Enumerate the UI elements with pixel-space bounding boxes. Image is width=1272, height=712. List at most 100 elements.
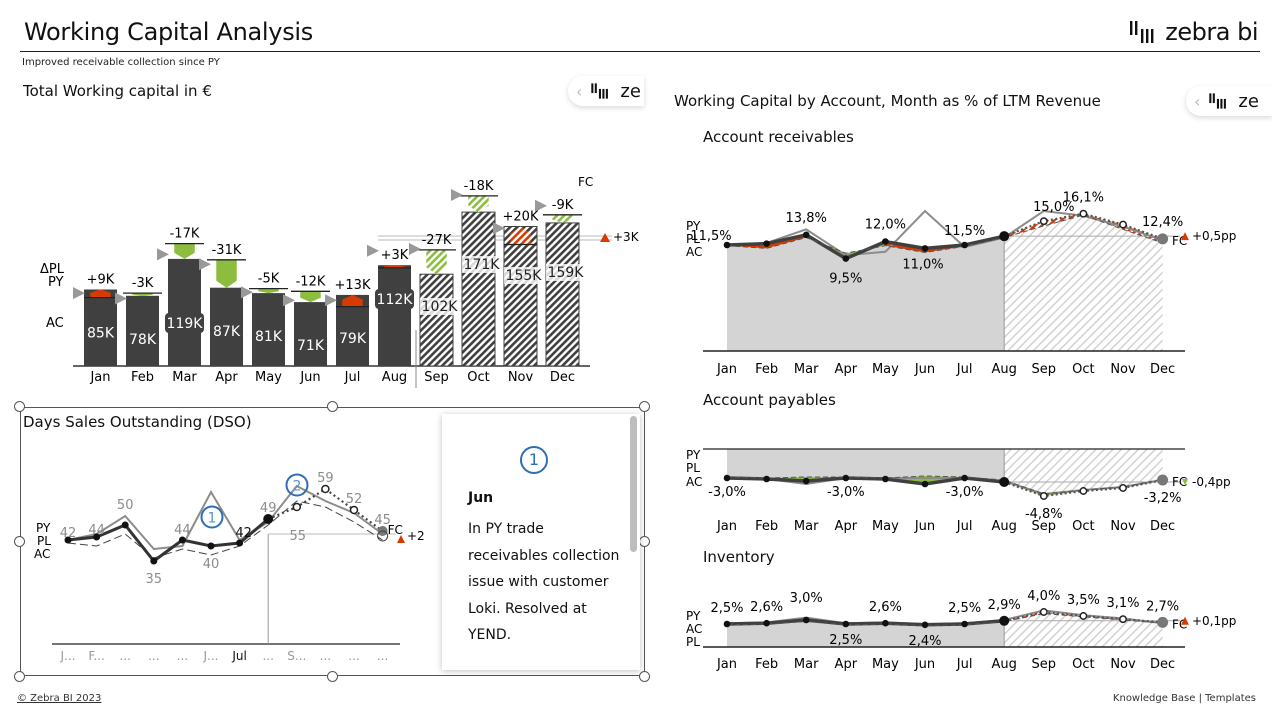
value-label: 155K bbox=[506, 268, 543, 284]
category-label: Jul bbox=[344, 370, 361, 385]
data-label: 4,0% bbox=[1027, 589, 1060, 604]
delta-triangle-icon bbox=[600, 233, 610, 242]
end-point bbox=[1157, 474, 1169, 486]
resize-handle-left[interactable] bbox=[14, 536, 25, 547]
category-label: Jan bbox=[716, 362, 737, 377]
resize-handle-bottom-right[interactable] bbox=[639, 671, 650, 682]
row-label-py: PY bbox=[686, 609, 701, 623]
data-point bbox=[882, 238, 889, 245]
category-label: May bbox=[872, 362, 899, 377]
category-label: Apr bbox=[835, 657, 858, 672]
data-point-fc bbox=[1079, 612, 1088, 620]
category-label: Apr bbox=[835, 362, 858, 377]
delta-pl-label: -17K bbox=[170, 227, 200, 242]
data-point bbox=[961, 474, 968, 482]
data-point-fc bbox=[1119, 220, 1127, 229]
py-marker-icon bbox=[325, 294, 337, 307]
delta-pl-arrow-down bbox=[300, 291, 321, 303]
data-label: 2,6% bbox=[750, 600, 783, 615]
category-label: Sep bbox=[1032, 657, 1057, 672]
data-point bbox=[763, 240, 770, 247]
delta-pl-arrow-down bbox=[468, 195, 489, 213]
category-label: Aug bbox=[992, 362, 1017, 377]
data-point bbox=[842, 255, 850, 262]
resize-handle-top[interactable] bbox=[327, 401, 338, 412]
data-point-fc bbox=[1119, 615, 1127, 624]
category-label: Mar bbox=[794, 519, 819, 534]
category-label: Dec bbox=[1150, 657, 1175, 672]
data-label: 3,5% bbox=[1067, 593, 1100, 608]
data-point-fc bbox=[1039, 608, 1048, 616]
data-label: -3,0% bbox=[946, 485, 984, 500]
data-label: 16,1% bbox=[1063, 191, 1104, 206]
py-marker-icon bbox=[157, 248, 169, 261]
row-label-py: PY bbox=[48, 275, 64, 290]
data-point-fc bbox=[1079, 209, 1088, 218]
category-label: Nov bbox=[1110, 519, 1136, 534]
data-point bbox=[842, 620, 850, 628]
comment-scrollbar[interactable] bbox=[630, 416, 637, 552]
py-marker-icon bbox=[367, 244, 379, 257]
data-label: -3,0% bbox=[708, 485, 746, 500]
py-marker-icon bbox=[115, 292, 127, 305]
category-label: Jul bbox=[956, 362, 973, 377]
total-delta-label: +0,1pp bbox=[1192, 614, 1236, 628]
fc-label: FC bbox=[578, 175, 593, 189]
category-label: Apr bbox=[215, 370, 238, 385]
footer-links[interactable]: Knowledge Base | Templates bbox=[1113, 693, 1256, 704]
resize-handle-top-right[interactable] bbox=[639, 401, 650, 412]
value-label: 119K bbox=[167, 316, 204, 332]
category-label: Jul bbox=[956, 519, 973, 534]
category-label: Aug bbox=[992, 519, 1017, 534]
category-label: Aug bbox=[992, 657, 1017, 672]
category-label: Jan bbox=[716, 519, 737, 534]
data-point bbox=[763, 619, 770, 627]
value-label: 79K bbox=[339, 331, 367, 347]
delta-pl-arrow-down bbox=[258, 288, 279, 294]
value-label: 102K bbox=[422, 299, 459, 315]
data-point bbox=[842, 474, 850, 482]
value-label: 87K bbox=[213, 324, 241, 340]
category-label: Mar bbox=[794, 657, 819, 672]
data-point-fc bbox=[1079, 487, 1088, 495]
data-label: 2,5% bbox=[829, 633, 862, 648]
data-point bbox=[961, 241, 968, 249]
resize-handle-bottom[interactable] bbox=[327, 671, 338, 682]
py-marker-icon bbox=[409, 243, 421, 255]
delta-pl-label: -3K bbox=[132, 276, 154, 291]
end-point bbox=[1157, 233, 1169, 245]
py-marker-icon bbox=[535, 199, 547, 212]
category-label: Jun bbox=[914, 657, 935, 672]
category-label: May bbox=[872, 519, 899, 534]
bar-dec bbox=[545, 222, 580, 367]
data-point bbox=[802, 616, 810, 624]
total-wc-bar-chart: ΔPLPYAC+3K85K+9KJan78K-3KFeb119K-17KMar8… bbox=[40, 175, 640, 388]
small-multiple-inventory: PYACPL 2,5% 2,6% 3,0% 2,5% 2,6% 2,4% 2,5% 2,9% 4,… bbox=[686, 589, 1236, 672]
data-label: 11,0% bbox=[902, 257, 943, 272]
resize-handle-bottom-left[interactable] bbox=[14, 671, 25, 682]
data-point bbox=[882, 475, 889, 483]
delta-pl-arrow-down bbox=[426, 249, 447, 275]
area-fill-actual bbox=[727, 234, 1005, 351]
data-label: 3,1% bbox=[1106, 596, 1139, 611]
resize-handle-right[interactable] bbox=[639, 536, 650, 547]
category-label: May bbox=[255, 370, 282, 385]
delta-pl-label: -12K bbox=[296, 274, 326, 289]
comment-badge[interactable]: 1 bbox=[520, 446, 548, 474]
value-label: 71K bbox=[297, 338, 325, 354]
data-point bbox=[802, 231, 810, 239]
category-label: Sep bbox=[1032, 519, 1057, 534]
data-label: 2,6% bbox=[869, 600, 902, 615]
data-point-fc bbox=[1039, 492, 1048, 500]
data-point bbox=[802, 477, 810, 485]
category-label: Mar bbox=[794, 362, 819, 377]
row-label-ac: AC bbox=[686, 475, 702, 489]
data-label: -3,0% bbox=[827, 485, 865, 500]
copyright-link[interactable]: © Zebra BI 2023 bbox=[17, 693, 101, 704]
total-delta-label: +0,5pp bbox=[1192, 229, 1236, 243]
category-label: Jun bbox=[914, 519, 935, 534]
delta-pl-label: -31K bbox=[212, 243, 242, 258]
resize-handle-top-left[interactable] bbox=[14, 401, 25, 412]
category-label: Nov bbox=[1110, 657, 1136, 672]
data-point bbox=[999, 477, 1010, 487]
